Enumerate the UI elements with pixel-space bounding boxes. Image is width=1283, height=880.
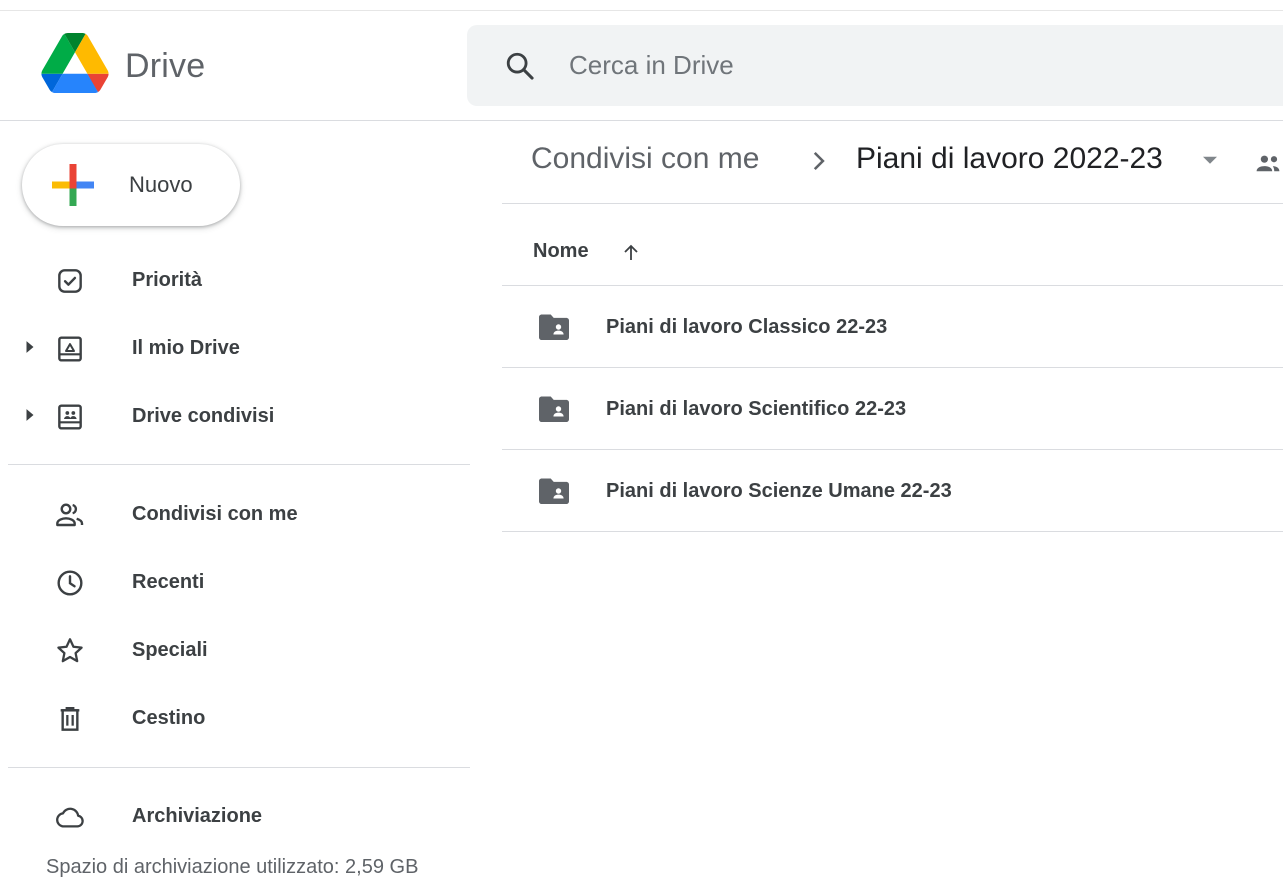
- search-bar[interactable]: [467, 25, 1283, 106]
- clock-icon: [57, 570, 83, 596]
- priority-check-icon: [58, 269, 82, 293]
- cloud-icon: [56, 807, 84, 828]
- sidebar-divider: [8, 464, 470, 465]
- list-item[interactable]: Piani di lavoro Scienze Umane 22-23: [502, 450, 1283, 532]
- column-header-name[interactable]: Nome: [533, 240, 638, 270]
- toolbar-divider: [502, 203, 1283, 204]
- sidebar-item-label: Archiviazione: [132, 805, 263, 827]
- sidebar-item-label: Speciali: [132, 639, 208, 661]
- sidebar-item-label: Recenti: [132, 571, 205, 593]
- breadcrumb-shared-with-me[interactable]: Condivisi con me: [531, 142, 759, 176]
- list-item[interactable]: Piani di lavoro Scientifico 22-23: [502, 368, 1283, 450]
- shared-folder-icon: [539, 396, 569, 423]
- header: Drive: [0, 11, 1283, 121]
- sidebar-item-label: Condivisi con me: [132, 503, 298, 525]
- storage-usage-text: Spazio di archiviazione utilizzato: 2,59…: [46, 856, 419, 878]
- sidebar-item-label: Priorità: [132, 269, 203, 291]
- file-name: Piani di lavoro Scienze Umane 22-23: [606, 480, 952, 502]
- expand-arrow-icon[interactable]: [24, 408, 36, 422]
- list-item[interactable]: Piani di lavoro Classico 22-23: [502, 286, 1283, 368]
- sidebar-item-label: Drive condivisi: [132, 405, 275, 427]
- sidebar-item-starred[interactable]: Speciali: [0, 624, 470, 676]
- chevron-right-icon: [813, 151, 825, 171]
- shared-folder-icon: [539, 314, 569, 341]
- header-divider: [0, 120, 1283, 121]
- breadcrumb-current-folder[interactable]: Piani di lavoro 2022-23: [856, 142, 1163, 176]
- arrow-up-sort-icon[interactable]: [619, 240, 643, 266]
- my-drive-icon: [58, 336, 82, 362]
- search-icon[interactable]: [503, 49, 537, 83]
- row-divider: [502, 531, 1283, 532]
- shared-folder-people-icon[interactable]: [1253, 152, 1283, 176]
- app-name: Drive: [125, 47, 206, 85]
- sidebar-divider: [8, 767, 470, 768]
- drive-logo-icon[interactable]: [40, 33, 110, 93]
- sidebar-item-label: Il mio Drive: [132, 337, 240, 359]
- sidebar-item-shared-with-me[interactable]: Condivisi con me: [0, 488, 470, 540]
- search-input[interactable]: [569, 45, 1169, 85]
- file-name: Piani di lavoro Scientifico 22-23: [606, 398, 907, 420]
- sidebar-item-recent[interactable]: Recenti: [0, 556, 470, 608]
- sidebar-item-priority[interactable]: Priorità: [0, 254, 470, 306]
- star-icon: [57, 638, 83, 663]
- plus-icon: [52, 164, 94, 206]
- shared-drives-icon: [58, 404, 82, 430]
- sidebar-item-my-drive[interactable]: Il mio Drive: [0, 322, 470, 374]
- sidebar-item-trash[interactable]: Cestino: [0, 692, 470, 744]
- shared-folder-icon: [539, 478, 569, 505]
- column-header-label: Nome: [533, 240, 589, 262]
- caret-down-icon[interactable]: [1203, 156, 1217, 166]
- sidebar-item-storage[interactable]: Archiviazione: [0, 790, 470, 842]
- sidebar-item-label: Cestino: [132, 707, 206, 729]
- new-button[interactable]: Nuovo: [22, 144, 240, 226]
- new-button-label: Nuovo: [129, 172, 193, 197]
- sidebar-item-shared-drives[interactable]: Drive condivisi: [0, 390, 470, 442]
- trash-icon: [60, 707, 80, 731]
- file-name: Piani di lavoro Classico 22-23: [606, 316, 888, 338]
- expand-arrow-icon[interactable]: [24, 340, 36, 354]
- people-icon: [56, 503, 84, 527]
